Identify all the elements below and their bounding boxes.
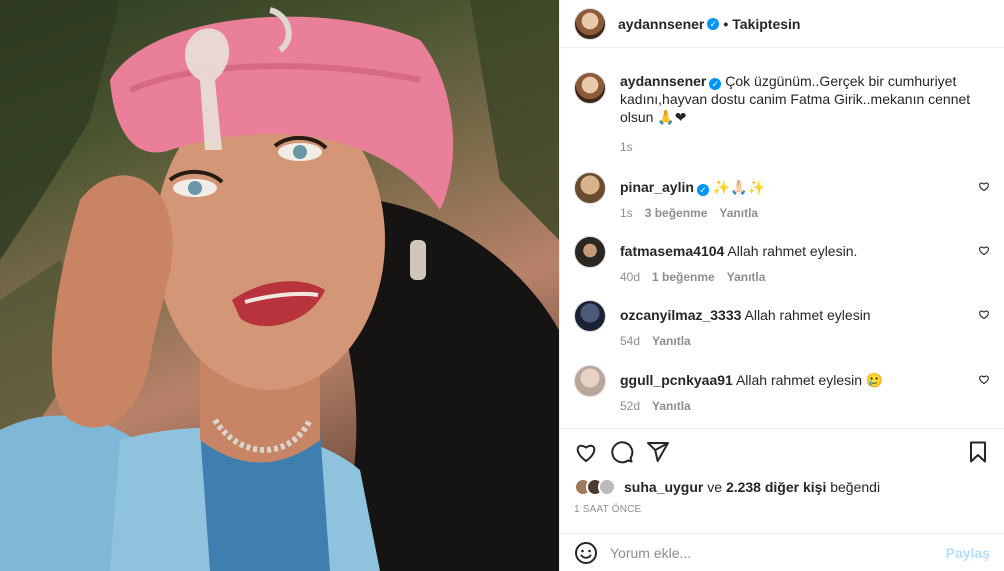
comment-likes[interactable]: 3 beğenme [645,206,708,220]
comments-list[interactable]: aydannsener ✓ Çok üzgünüm..Gerçek bir cum… [560,48,1004,428]
like-comment-heart-icon[interactable] [978,373,990,385]
comment-time[interactable]: 52d [620,399,640,413]
caption-meta: 1s [620,140,984,154]
header-info: aydannsener ✓ • Takiptesin [618,16,800,32]
comment-text-block: ggull_pcnkyaa91 Allah rahmet eylesin 🥲 [620,365,990,389]
caption-time[interactable]: 1s [620,140,633,154]
comment-avatar[interactable] [574,172,606,204]
action-bar [560,428,1004,474]
comment-meta: 1s 3 beğenme Yanıtla [620,206,990,220]
portrait-illustration [0,0,559,571]
comment-text: Allah rahmet eylesin. [727,243,858,259]
caption-avatar[interactable] [574,72,606,104]
comment-text: Allah rahmet eylesin [744,307,871,323]
comment-avatar[interactable] [574,236,606,268]
comment-avatar[interactable] [574,365,606,397]
add-comment-bar: Paylaş [560,533,1004,571]
reply-button[interactable]: Yanıtla [652,399,691,413]
post-comment-button[interactable]: Paylaş [946,545,990,561]
caption: aydannsener ✓ Çok üzgünüm..Gerçek bir cum… [574,72,990,154]
comment-username[interactable]: ozcanyilmaz_3333 [620,307,741,323]
like-comment-heart-icon[interactable] [978,180,990,192]
emoji-icon[interactable] [574,541,598,565]
post-timestamp[interactable]: 1 SAAT ÖNCE [574,504,641,515]
comment-meta: 54d Yanıtla [620,334,990,348]
post-side-panel: aydannsener ✓ • Takiptesin aydannsener ✓ … [559,0,1004,571]
verified-badge-icon: ✓ [696,184,709,196]
comment-time[interactable]: 1s [620,206,633,220]
comment-meta: 40d 1 beğenme Yanıtla [620,270,990,284]
comment-text-block: ozcanyilmaz_3333 Allah rahmet eylesin [620,300,990,324]
caption-text-block: aydannsener ✓ Çok üzgünüm..Gerçek bir cum… [620,72,984,126]
bookmark-icon[interactable] [966,440,990,464]
author-username[interactable]: aydannsener [618,16,704,32]
comment-row: pinar_aylin ✓ ✨🙏🏻✨ 1s 3 beğenme Yanıtla [574,172,990,220]
reply-button[interactable]: Yanıtla [727,270,766,284]
comment-meta: 52d Yanıtla [620,399,990,413]
like-comment-heart-icon[interactable] [978,244,990,256]
comment-row: ozcanyilmaz_3333 Allah rahmet eylesin 54… [574,300,990,348]
author-avatar[interactable] [574,7,606,40]
comment-time[interactable]: 54d [620,334,640,348]
comment-likes[interactable]: 1 beğenme [652,270,715,284]
comment-row: fatmasema4104 Allah rahmet eylesin. 40d … [574,236,990,284]
post-header: aydannsener ✓ • Takiptesin [560,0,1004,48]
likes-count-link[interactable]: 2.238 diğer kişi [726,479,826,495]
comment-input[interactable] [610,544,946,561]
likes-summary: suha_uygur ve 2.238 diğer kişi beğendi [574,474,990,500]
reply-button[interactable]: Yanıtla [719,206,758,220]
like-comment-heart-icon[interactable] [978,308,990,320]
comment-username[interactable]: pinar_aylin [620,179,694,195]
comment-time[interactable]: 40d [620,270,640,284]
likes-connector: ve [707,479,723,495]
reply-button[interactable]: Yanıtla [652,334,691,348]
caption-username[interactable]: aydannsener [620,73,706,89]
following-button[interactable]: Takiptesin [732,16,800,32]
comment-text: Allah rahmet eylesin 🥲 [735,372,884,388]
comment-row: ggull_pcnkyaa91 Allah rahmet eylesin 🥲 5… [574,365,990,413]
first-liker-username[interactable]: suha_uygur [624,479,703,495]
post-image[interactable] [0,0,559,571]
comment-text-block: pinar_aylin ✓ ✨🙏🏻✨ [620,172,990,196]
comment-text-block: fatmasema4104 Allah rahmet eylesin. [620,236,990,260]
verified-badge-icon: ✓ [707,17,720,30]
share-icon[interactable] [646,440,670,464]
comment-text: ✨🙏🏻✨ [712,179,766,195]
comment-icon[interactable] [610,440,634,464]
heart-icon[interactable] [574,440,598,464]
comment-username[interactable]: ggull_pcnkyaa91 [620,372,733,388]
comment-avatar[interactable] [574,300,606,332]
liker-avatars[interactable] [574,478,616,496]
verified-badge-icon: ✓ [709,78,722,90]
header-separator: • [723,15,729,32]
likes-suffix: beğendi [830,479,881,495]
comment-username[interactable]: fatmasema4104 [620,243,724,259]
